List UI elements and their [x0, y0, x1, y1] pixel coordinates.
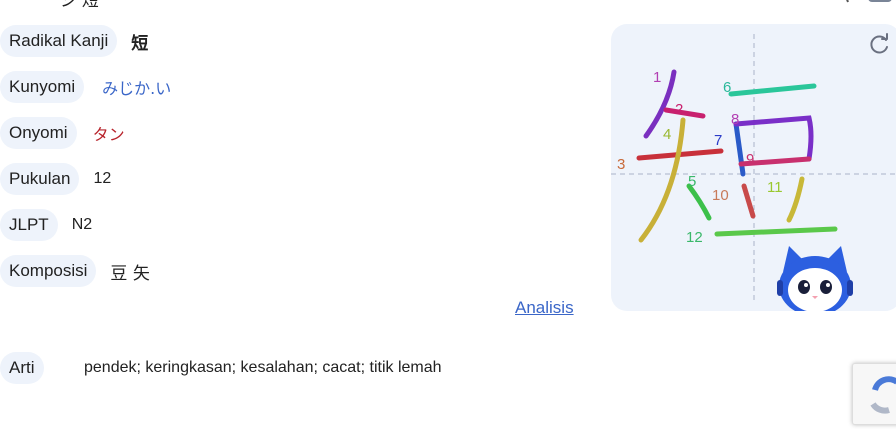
stroke-11 — [786, 176, 805, 223]
stroke-number-2: 2 — [675, 101, 683, 118]
onyomi-label: Onyomi — [0, 117, 77, 149]
robot-cat-mascot-icon — [777, 246, 853, 311]
row-pukulan: Pukulan 12 — [0, 162, 111, 196]
kunyomi-value[interactable]: みじか.い — [102, 75, 171, 99]
row-onyomi: Onyomi タン — [0, 116, 125, 150]
stroke-number-4: 4 — [663, 126, 671, 143]
stroke-number-5: 5 — [688, 173, 696, 190]
stroke-5 — [686, 183, 712, 221]
top-cut-text: ジ 短 — [60, 0, 99, 10]
refresh-icon[interactable] — [867, 33, 891, 57]
komposisi-value[interactable]: 豆 矢 — [110, 259, 149, 284]
row-komposisi: Komposisi 豆 矢 — [0, 254, 150, 288]
pukulan-label: Pukulan — [0, 163, 80, 195]
row-radikal: Radikal Kanji 短 — [0, 24, 148, 58]
kunyomi-label: Kunyomi — [0, 71, 85, 103]
pukulan-value: 12 — [93, 170, 112, 187]
stroke-7 — [733, 121, 746, 177]
row-arti: Arti — [0, 351, 44, 385]
jlpt-value: N2 — [71, 216, 93, 233]
stroke-order-panel: 1 2 3 4 5 6 7 8 9 10 11 12 — [611, 24, 896, 311]
recaptcha-icon — [870, 376, 896, 414]
stroke-number-12: 12 — [686, 229, 703, 246]
stroke-number-9: 9 — [746, 151, 754, 168]
row-kunyomi: Kunyomi みじか.い — [0, 70, 171, 104]
stroke-number-7: 7 — [714, 132, 722, 149]
stroke-10 — [741, 183, 756, 219]
stroke-number-11: 11 — [767, 179, 783, 196]
stroke-order-diagram: 1 2 3 4 5 6 7 8 9 10 11 12 — [611, 34, 896, 311]
stroke-12 — [714, 226, 838, 237]
stroke-number-6: 6 — [723, 79, 731, 96]
share-icon[interactable] — [826, 0, 896, 14]
arti-label: Arti — [0, 352, 44, 384]
stroke-6 — [728, 83, 817, 97]
radikal-value: 短 — [131, 33, 149, 54]
recaptcha-badge[interactable] — [852, 363, 896, 425]
analysis-link[interactable]: Analisis — [515, 298, 574, 318]
stroke-number-1: 1 — [653, 69, 661, 86]
jlpt-label: JLPT — [0, 209, 58, 241]
stroke-number-3: 3 — [617, 156, 625, 173]
stroke-number-10: 10 — [712, 187, 729, 204]
stroke-number-8: 8 — [731, 111, 739, 128]
radikal-label: Radikal Kanji — [0, 25, 118, 57]
arti-value: pendek; keringkasan; kesalahan; cacat; t… — [84, 359, 442, 376]
stroke-2 — [663, 107, 706, 119]
onyomi-value[interactable]: タン — [93, 121, 125, 145]
komposisi-label: Komposisi — [0, 255, 97, 287]
row-jlpt: JLPT N2 — [0, 208, 92, 242]
